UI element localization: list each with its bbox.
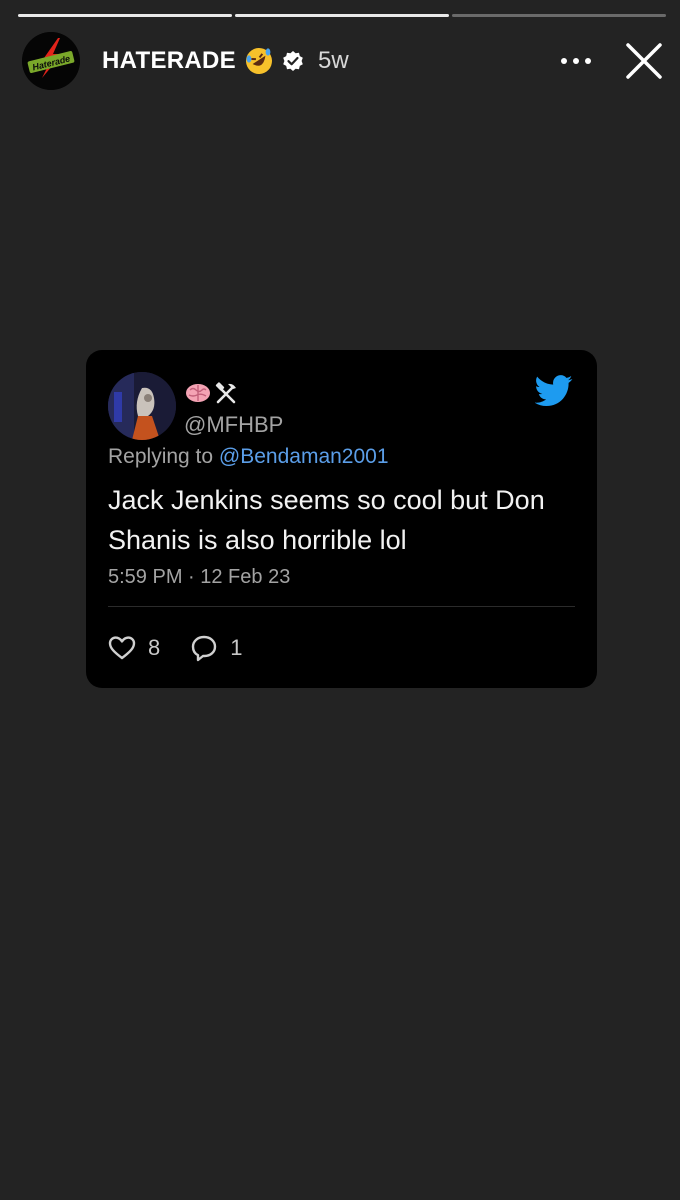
- tweet-timestamp[interactable]: 5:59 PM · 12 Feb 23: [108, 566, 290, 589]
- reply-button[interactable]: 1: [190, 634, 243, 662]
- tweet-handle[interactable]: @MFHBP: [184, 412, 283, 438]
- tweet-author-avatar[interactable]: [108, 372, 176, 440]
- reply-count: 1: [230, 635, 243, 660]
- like-button[interactable]: 8: [108, 635, 160, 661]
- tweet-display-name: [184, 380, 238, 406]
- story-progress-bar: [18, 14, 666, 18]
- account-avatar[interactable]: Haterade: [22, 32, 80, 90]
- story-header: Haterade HATERADE 5w: [22, 30, 666, 92]
- progress-segment: [235, 14, 449, 17]
- like-count: 8: [148, 635, 161, 660]
- more-options-button[interactable]: [556, 41, 596, 81]
- haterade-bolt-logo-icon: Haterade: [22, 32, 80, 90]
- divider: [108, 606, 575, 607]
- tweet-actions: 8 1: [108, 632, 273, 664]
- more-horizontal-icon: [561, 58, 591, 64]
- progress-segment: [18, 14, 232, 17]
- close-icon: [626, 43, 662, 79]
- brain-emoji-icon: [186, 384, 210, 402]
- heart-icon: [108, 636, 136, 660]
- story-viewer: Haterade HATERADE 5w @MFHBP Replying to …: [0, 0, 680, 1200]
- tweet-card[interactable]: @MFHBP Replying to @Bendaman2001 Jack Je…: [86, 350, 597, 688]
- reply-prefix: Replying to: [108, 445, 214, 468]
- twitter-bird-icon: [534, 374, 573, 408]
- reply-bubble-icon: [192, 635, 217, 662]
- account-username[interactable]: HATERADE: [102, 47, 236, 75]
- rolling-on-floor-laughing-emoji-icon: [244, 46, 274, 76]
- progress-segment: [452, 14, 666, 17]
- tweet-text: Jack Jenkins seems so cool but Don Shani…: [108, 485, 545, 555]
- hammer-and-pick-emoji-icon: [215, 382, 236, 404]
- verified-badge-icon: [282, 50, 304, 72]
- reply-mention-link[interactable]: @Bendaman2001: [219, 445, 389, 468]
- post-age: 5w: [317, 47, 349, 74]
- reply-context: Replying to @Bendaman2001: [108, 445, 389, 469]
- close-button[interactable]: [622, 39, 666, 83]
